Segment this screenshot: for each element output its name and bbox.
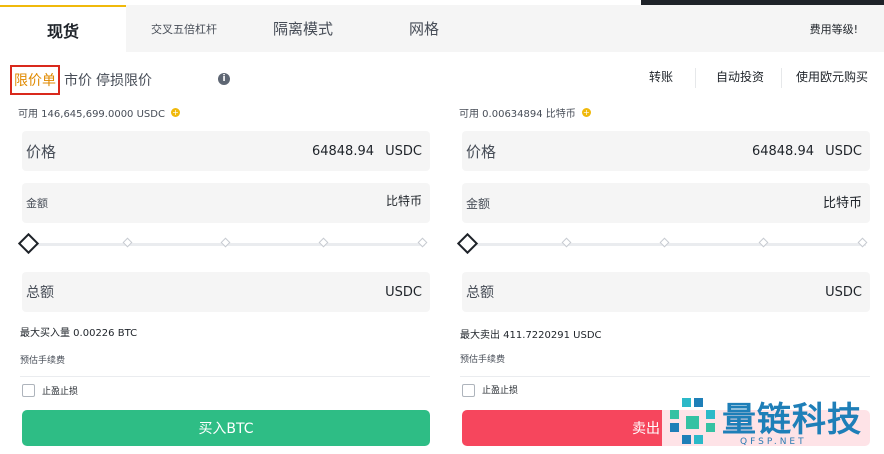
sell-tpsl-checkbox[interactable] [462, 384, 475, 397]
buy-max-amount: 最大买入量 0.00226 BTC [20, 328, 138, 339]
watermark-sub: QFSP.NET [740, 437, 807, 447]
order-type-limit[interactable]: 限价单 [10, 65, 60, 95]
link-divider [781, 68, 782, 88]
sell-amount-field[interactable]: 金额 比特币 [462, 183, 870, 223]
buy-price-label: 价格 [26, 143, 57, 161]
order-type-market[interactable]: 市价 [64, 70, 92, 90]
sell-tpsl-label: 止盈止损 [482, 386, 519, 396]
watermark-logo-icon [670, 398, 715, 444]
sell-price-field[interactable]: 价格 64848.94 USDC [462, 131, 870, 171]
buy-amount-label: 金额 [26, 197, 48, 210]
tab-bar: 现货 交叉五倍杠杆 隔离模式 网格 费用等级! [0, 5, 884, 52]
watermark-text: 量链科技 [722, 400, 862, 440]
divider [20, 376, 430, 377]
buy-btc-button[interactable]: 买入BTC [22, 410, 430, 446]
sell-total-unit: USDC [825, 285, 862, 300]
sell-amount-label: 金额 [466, 197, 491, 211]
tab-spot[interactable]: 现货 [0, 5, 126, 52]
sell-price-label: 价格 [466, 143, 497, 161]
sell-price-value: 64848.94 [751, 144, 814, 159]
slider-knob[interactable] [456, 232, 479, 255]
buy-amount-unit: 比特币 [385, 194, 422, 208]
buy-total-label: 总额 [26, 285, 54, 301]
slider-knob[interactable] [17, 232, 40, 255]
order-type-stop-limit[interactable]: 停损限价 [96, 70, 152, 90]
buy-total-unit: USDC [385, 285, 422, 300]
sell-max-amount: 最大卖出 411.7220291 USDC [460, 330, 602, 341]
sell-available-text: 可用 0.00634894 比特币 [459, 109, 576, 120]
auto-invest-link[interactable]: 自动投资 [716, 68, 764, 85]
buy-price-value: 64848.94 [311, 144, 374, 159]
divider [460, 376, 870, 377]
link-divider [695, 68, 696, 88]
tab-grid[interactable]: 网格 [364, 5, 484, 52]
sell-total-label: 总额 [466, 285, 494, 301]
plus-icon[interactable]: + [581, 108, 591, 117]
buy-eur-link[interactable]: 使用欧元购买 [796, 68, 868, 85]
tab-cross-5x[interactable]: 交叉五倍杠杆 [126, 5, 242, 52]
sell-button-label: 卖出 [632, 421, 660, 437]
convert-link[interactable]: 转账 [649, 68, 673, 85]
sell-available: 可用 0.00634894 比特币 + [459, 105, 591, 120]
sell-fee-label: 预估手续费 [460, 355, 506, 365]
sell-amount-unit: 比特币 [822, 196, 862, 211]
sell-price-unit: USDC [825, 144, 862, 159]
buy-percent-slider[interactable] [17, 232, 431, 255]
buy-tpsl-label: 止盈止损 [42, 387, 79, 397]
buy-fee-label: 预估手续费 [20, 356, 66, 366]
buy-amount-field[interactable]: 金额 比特币 [22, 183, 430, 223]
info-icon[interactable]: i [218, 73, 230, 85]
buy-price-field[interactable]: 价格 64848.94 USDC [22, 131, 430, 171]
buy-total-field[interactable]: 总额 USDC [22, 272, 430, 312]
plus-icon[interactable]: + [170, 108, 180, 117]
sell-total-field[interactable]: 总额 USDC [462, 272, 870, 312]
buy-tpsl-checkbox[interactable] [22, 384, 35, 397]
buy-price-unit: USDC [385, 144, 422, 159]
sell-percent-slider[interactable] [456, 232, 872, 255]
watermark: 量链科技 QFSP.NET [662, 392, 884, 454]
buy-available-text: 可用 146,645,699.0000 USDC [18, 109, 165, 120]
tab-isolated[interactable]: 隔离模式 [242, 5, 364, 52]
buy-available: 可用 146,645,699.0000 USDC + [18, 105, 180, 120]
fee-level-link[interactable]: 费用等级! [810, 5, 858, 52]
order-type-selector: 限价单 市价 停损限价 [10, 64, 152, 96]
